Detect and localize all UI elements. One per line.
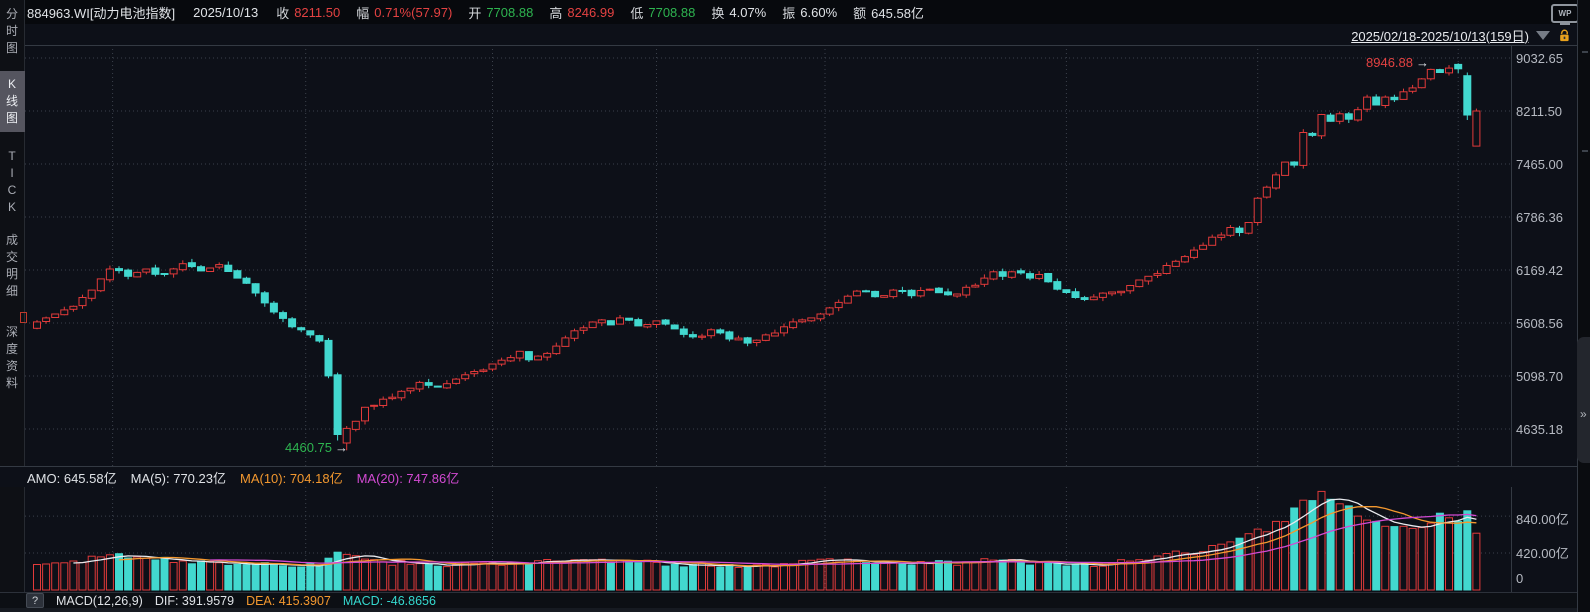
sidebar-item-char: 时: [6, 23, 18, 40]
amo-ma10: MA(10): 704.18亿: [240, 468, 343, 487]
field-value: 6.60%: [800, 5, 837, 20]
symbol-name: 884963.WI[动力电池指数]: [27, 3, 175, 22]
field-value: 8211.50: [294, 5, 340, 20]
sidebar-item-1[interactable]: 分时图: [0, 6, 25, 57]
sidebar-item-char: 细: [6, 283, 18, 300]
high-value: 8946.88: [1366, 55, 1413, 70]
range-row: 2025/02/18-2025/10/13(159日): [0, 26, 1572, 44]
field-label: 额: [853, 3, 866, 22]
macd-params: MACD(12,26,9): [56, 594, 143, 608]
field-label: 幅: [356, 3, 369, 22]
right-arrow-icon: →: [335, 440, 348, 455]
chevron-down-icon[interactable]: [1536, 31, 1550, 40]
price-axis-label: 8211.50: [1516, 104, 1562, 119]
price-axis-label: 5098.70: [1516, 369, 1563, 384]
sidebar-item-char: 图: [6, 40, 18, 57]
low-annotation: 4460.75 →: [285, 440, 348, 455]
field-label: 换: [711, 3, 724, 22]
field-value: 7708.88: [486, 5, 533, 20]
date-range-link[interactable]: 2025/02/18-2025/10/13(159日): [1351, 26, 1529, 45]
help-button[interactable]: ?: [26, 593, 44, 608]
chart-top-border: [25, 45, 1577, 46]
amo-ma5: MA(5): 770.23亿: [131, 468, 226, 487]
unlock-icon[interactable]: [1557, 28, 1572, 43]
sidebar-item-char: 线: [6, 93, 18, 110]
field-label: 收: [276, 3, 289, 22]
quote-date: 2025/10/13: [193, 5, 258, 20]
field-label: 开: [468, 3, 481, 22]
sidebar-item-char: 明: [6, 266, 18, 283]
price-axis-label: 6169.42: [1516, 263, 1563, 278]
dif-value: DIF: 391.9579: [155, 594, 234, 608]
wp-label: WP: [1559, 9, 1572, 18]
volume-axis-label: 840.00亿: [1516, 509, 1569, 528]
sidebar-item-char: T: [8, 148, 15, 165]
volume-bars: [34, 491, 1480, 590]
sidebar-item-char: 料: [6, 375, 18, 392]
macd-value: MACD: -46.8656: [343, 594, 436, 608]
quote-field: 幅 0.71%(57.97): [356, 3, 452, 22]
sidebar-item-char: 图: [6, 110, 18, 127]
quote-field: 额 645.58亿: [853, 3, 924, 22]
high-annotation: 8946.88 →: [1366, 55, 1429, 70]
field-label: 振: [782, 3, 795, 22]
price-axis-label: 5608.56: [1516, 316, 1563, 331]
field-value: 8246.99: [567, 5, 614, 20]
field-value: 7708.88: [648, 5, 695, 20]
volume-axis-label: 0: [1516, 571, 1523, 586]
quote-fields: 收 8211.50 幅 0.71%(57.97) 开 7708.88 高 8246.99 低 77…: [276, 3, 924, 22]
quote-field: 收 8211.50: [276, 3, 340, 22]
price-axis-label: 4635.18: [1516, 422, 1563, 437]
price-axis-label: 7465.00: [1516, 157, 1563, 172]
sidebar-item-char: 深: [6, 324, 18, 341]
dea-value: DEA: 415.3907: [246, 594, 331, 608]
right-arrow-icon: →: [1416, 55, 1429, 70]
trading-terminal: 884963.WI[动力电池指数] 2025/10/13 收 8211.50 幅 0.…: [0, 0, 1590, 612]
amount-indicator-bar: AMO: 645.58亿 MA(5): 770.23亿 MA(10): 704.…: [0, 466, 1577, 487]
field-value: 645.58亿: [871, 3, 924, 22]
sidebar-item-char: 度: [6, 341, 18, 358]
sidebar-item-char: 资: [6, 358, 18, 375]
field-label: 高: [549, 3, 562, 22]
amo-value: AMO: 645.58亿: [27, 468, 117, 487]
price-axis-label: 6786.36: [1516, 210, 1563, 225]
left-sidebar: 分时图K线图TICK成交明细深度资料: [0, 0, 25, 592]
quote-field: 开 7708.88: [468, 3, 533, 22]
quote-field: 低 7708.88: [630, 3, 695, 22]
field-label: 低: [630, 3, 643, 22]
sidebar-item-char: C: [8, 182, 17, 199]
edge-notch: [1582, 150, 1588, 152]
sidebar-item-char: 分: [6, 6, 18, 23]
macd-status-bar: ? MACD(12,26,9) DIF: 391.9579 DEA: 415.3…: [0, 592, 1590, 608]
quote-header: 884963.WI[动力电池指数] 2025/10/13 收 8211.50 幅 0.…: [0, 0, 1590, 24]
field-value: 4.07%: [729, 5, 766, 20]
collapse-tab[interactable]: [1577, 337, 1590, 463]
expand-panel-icon[interactable]: »: [1580, 407, 1587, 421]
low-value: 4460.75: [285, 440, 332, 455]
axis-left-border: [1511, 45, 1512, 592]
bottom-strip: [0, 608, 1590, 612]
amo-ma20: MA(20): 747.86亿: [357, 468, 460, 487]
sidebar-item-char: K: [8, 76, 16, 93]
sidebar-item-4[interactable]: 成交明细: [0, 232, 25, 300]
wp-monitor-icon[interactable]: WP: [1551, 4, 1579, 23]
right-panel-strip: [1577, 0, 1590, 612]
sidebar-item-char: K: [8, 199, 16, 216]
volume-chart[interactable]: [25, 487, 1511, 592]
sidebar-item-3[interactable]: TICK: [0, 148, 25, 216]
candlestick-chart[interactable]: [25, 45, 1511, 466]
price-axis-label: 9032.65: [1516, 51, 1563, 66]
candles: [34, 63, 1480, 450]
sidebar-item-5[interactable]: 深度资料: [0, 324, 25, 392]
quote-field: 振 6.60%: [782, 3, 837, 22]
field-value: 0.71%(57.97): [374, 5, 452, 20]
sidebar-item-2[interactable]: K线图: [0, 71, 25, 132]
quote-field: 换 4.07%: [711, 3, 766, 22]
sidebar-item-char: I: [10, 165, 13, 182]
sidebar-item-char: 交: [6, 249, 18, 266]
sidebar-item-char: 成: [6, 232, 18, 249]
volume-axis-label: 420.00亿: [1516, 543, 1569, 562]
edge-notch: [1582, 51, 1588, 53]
quote-field: 高 8246.99: [549, 3, 614, 22]
